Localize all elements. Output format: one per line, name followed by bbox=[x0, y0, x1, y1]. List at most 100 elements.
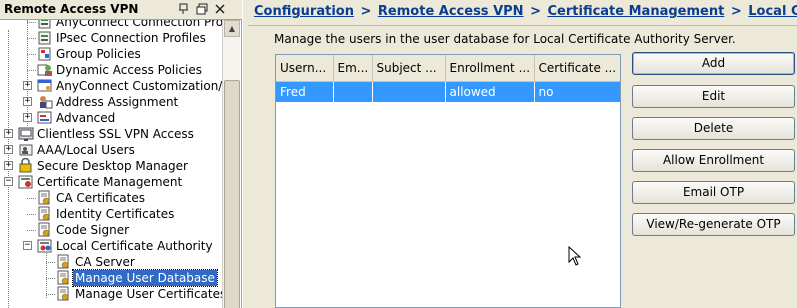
tree-item-label: CA Server bbox=[75, 255, 135, 269]
tree-item-label: AnyConnect Connection Prof bbox=[56, 20, 222, 29]
tree-item[interactable]: CA Certificates bbox=[0, 190, 222, 206]
tree-connector bbox=[27, 214, 36, 215]
column-header[interactable]: Em... bbox=[333, 55, 373, 82]
tree-item-label: AnyConnect Customization/L bbox=[56, 79, 222, 93]
tree-item[interactable]: + AAA/Local Users bbox=[0, 142, 222, 158]
tree-item-label: Address Assignment bbox=[56, 95, 179, 109]
tree-item[interactable]: IPsec Connection Profiles bbox=[0, 30, 222, 46]
tree-item[interactable]: Identity Certificates bbox=[0, 206, 222, 222]
address-assignment-icon bbox=[37, 94, 53, 110]
column-header[interactable]: Subject ... bbox=[372, 55, 446, 82]
navigation-panel-header: Remote Access VPN bbox=[0, 0, 242, 20]
expand-icon[interactable]: + bbox=[23, 113, 32, 122]
tree-item[interactable]: − Certificate Management bbox=[0, 174, 222, 190]
advanced-icon bbox=[37, 110, 53, 126]
tree-item[interactable]: Group Policies bbox=[0, 46, 222, 62]
tree-connector bbox=[27, 38, 36, 39]
tree-item[interactable]: CA Server bbox=[0, 254, 222, 270]
breadcrumb-separator: > bbox=[355, 4, 376, 19]
expand-icon[interactable]: + bbox=[4, 145, 13, 154]
tree-item[interactable]: Manage User Database bbox=[0, 269, 222, 287]
tree-connector bbox=[27, 198, 36, 199]
dynamic-access-icon bbox=[37, 62, 53, 78]
scroll-up-icon[interactable]: ▲ bbox=[224, 20, 240, 37]
tree-item[interactable]: + Address Assignment bbox=[0, 94, 222, 110]
certificate-icon bbox=[56, 270, 72, 286]
tree-item-label: Manage User Database bbox=[72, 269, 218, 287]
tree-item[interactable]: + Secure Desktop Manager bbox=[0, 157, 222, 174]
tree-item-label: Code Signer bbox=[56, 223, 130, 237]
breadcrumb-link[interactable]: Configuration bbox=[254, 4, 354, 19]
secure-desktop-icon bbox=[18, 157, 34, 174]
navigation-tree: AnyConnect Connection Prof IPsec Connecti… bbox=[0, 20, 222, 308]
tree-item[interactable]: Manage User Certificates bbox=[0, 286, 222, 302]
certificate-icon bbox=[56, 286, 72, 302]
tree-connector bbox=[46, 294, 55, 295]
tree-connector bbox=[27, 54, 36, 55]
customization-icon bbox=[37, 78, 53, 94]
tree-scrollbar[interactable]: ▲ bbox=[222, 20, 240, 308]
float-icon[interactable] bbox=[196, 3, 208, 16]
tree-item[interactable]: Code Signer bbox=[0, 222, 222, 238]
tree-item-label: IPsec Connection Profiles bbox=[56, 31, 206, 45]
tree-item-label: Clientless SSL VPN Access bbox=[37, 127, 194, 141]
table-cell bbox=[372, 81, 446, 102]
tree-connector bbox=[27, 230, 36, 231]
navigation-panel-title: Remote Access VPN bbox=[4, 2, 139, 16]
breadcrumb-separator: > bbox=[525, 4, 546, 19]
expand-icon[interactable]: + bbox=[23, 81, 32, 90]
tree-item-label: Manage User Certificates bbox=[75, 287, 222, 301]
view-regenerate-otp-button[interactable]: View/Re-generate OTP bbox=[632, 213, 795, 236]
edit-button[interactable]: Edit bbox=[632, 85, 795, 108]
breadcrumb-link[interactable]: Local Certificate bbox=[748, 4, 797, 19]
close-icon[interactable] bbox=[214, 3, 226, 16]
table-row[interactable]: Fred allowed no bbox=[276, 81, 620, 102]
tree-item[interactable]: + Advanced bbox=[0, 110, 222, 126]
tree-connector bbox=[46, 262, 55, 263]
tree-item-label: Secure Desktop Manager bbox=[37, 159, 188, 173]
table-cell bbox=[333, 81, 373, 102]
aaa-users-icon bbox=[18, 142, 34, 158]
breadcrumb-link[interactable]: Certificate Management bbox=[548, 4, 725, 19]
tree-connector bbox=[27, 70, 36, 71]
add-button[interactable]: Add bbox=[632, 52, 795, 75]
connection-profile-icon bbox=[37, 20, 53, 30]
tree-item-label: Advanced bbox=[56, 111, 116, 125]
tree-item[interactable]: + Clientless SSL VPN Access bbox=[0, 126, 222, 142]
certificate-icon bbox=[37, 190, 53, 206]
tree-item[interactable]: − Local Certificate Authority bbox=[0, 238, 222, 254]
navigation-panel: Remote Access VPN AnyConnect Connection … bbox=[0, 0, 242, 308]
expand-icon[interactable]: + bbox=[4, 129, 13, 138]
expand-icon[interactable]: + bbox=[23, 97, 32, 106]
certificate-folder-icon bbox=[18, 174, 34, 190]
scrollbar-thumb[interactable] bbox=[224, 80, 240, 308]
breadcrumb-link[interactable]: Remote Access VPN bbox=[378, 4, 524, 19]
delete-button[interactable]: Delete bbox=[632, 117, 795, 140]
tree-item[interactable]: Dynamic Access Policies bbox=[0, 62, 222, 78]
tree-connector bbox=[46, 278, 55, 279]
tree-item-label: AAA/Local Users bbox=[37, 143, 135, 157]
expand-icon[interactable]: + bbox=[4, 161, 13, 170]
tree-item-label: Group Policies bbox=[56, 47, 141, 61]
column-header[interactable]: Certificate ... bbox=[534, 55, 620, 82]
table-cell: Fred bbox=[276, 81, 334, 102]
allow-enrollment-button[interactable]: Allow Enrollment bbox=[632, 149, 795, 172]
tree-item[interactable]: AnyConnect Connection Prof bbox=[0, 20, 222, 30]
tree-item-label: Identity Certificates bbox=[56, 207, 175, 221]
tree-item-label: Local Certificate Authority bbox=[56, 239, 213, 253]
column-header[interactable]: Enrollment ... bbox=[445, 55, 535, 82]
ipsec-profile-icon bbox=[37, 30, 53, 46]
tree-item[interactable]: + AnyConnect Customization/L bbox=[0, 78, 222, 94]
certificate-authority-icon bbox=[37, 238, 53, 254]
pin-icon[interactable] bbox=[178, 3, 190, 16]
certificate-icon bbox=[37, 206, 53, 222]
collapse-icon[interactable]: − bbox=[4, 177, 13, 186]
group-policy-icon bbox=[37, 46, 53, 62]
breadcrumb: Configuration > Remote Access VPN > Cert… bbox=[248, 0, 797, 26]
certificate-icon bbox=[56, 254, 72, 270]
collapse-icon[interactable]: − bbox=[23, 241, 32, 250]
email-otp-button[interactable]: Email OTP bbox=[632, 181, 795, 204]
tree-item-label: Certificate Management bbox=[37, 175, 183, 189]
clientless-icon bbox=[18, 126, 34, 142]
column-header[interactable]: Usern... bbox=[276, 55, 334, 82]
